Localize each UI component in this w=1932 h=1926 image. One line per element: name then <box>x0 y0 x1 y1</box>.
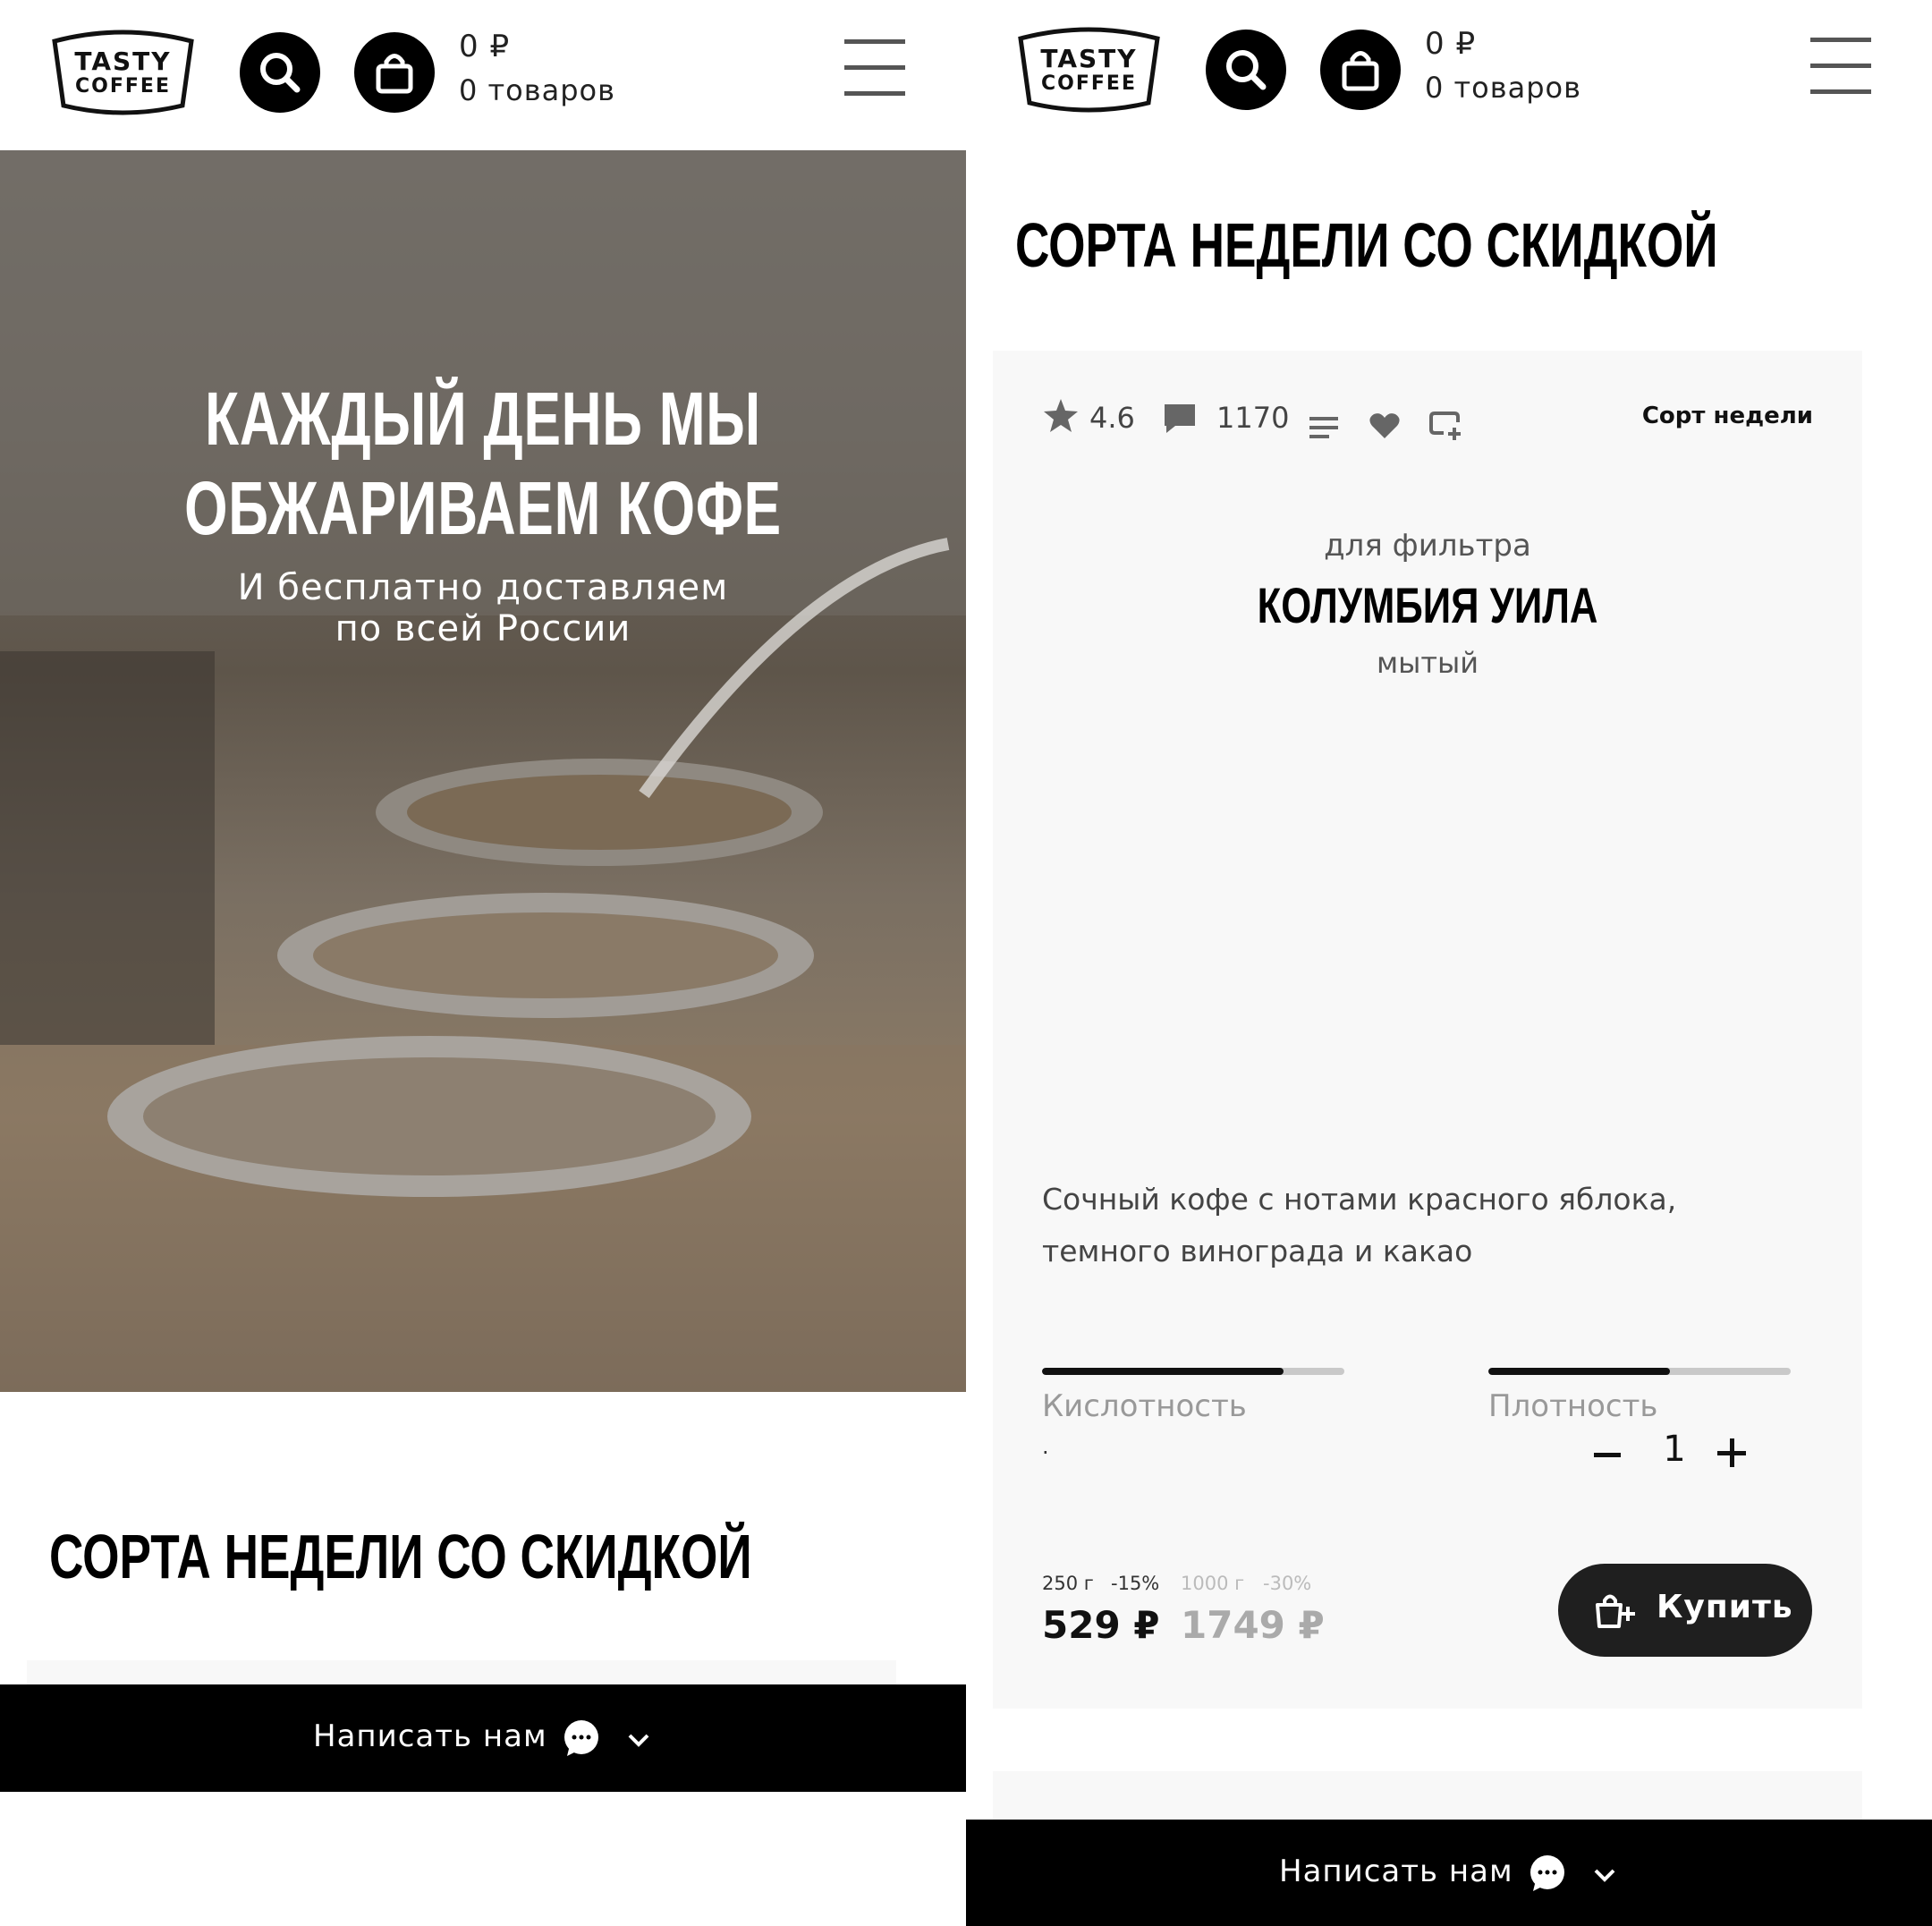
discount-1000: -30% <box>1263 1573 1312 1594</box>
cart-button[interactable] <box>354 32 435 113</box>
qty-minus-button[interactable] <box>1594 1453 1621 1457</box>
acidity-bar-fill <box>1042 1368 1284 1375</box>
cart-sum[interactable]: 0 ₽ <box>459 29 510 64</box>
cart-count[interactable]: 0 товаров <box>459 73 615 107</box>
hero-subtitle-line1: И бесплатно доставляем <box>237 567 729 608</box>
qty-value: 1 <box>1663 1429 1686 1470</box>
cart-button[interactable] <box>1320 30 1401 110</box>
cart-add-icon <box>1596 1594 1635 1628</box>
search-icon <box>260 53 301 93</box>
product-rating: 4.6 <box>1089 401 1135 435</box>
product-name[interactable]: КОЛУМБИЯ УИЛА <box>1089 576 1767 634</box>
price-250[interactable]: 529 ₽ <box>1042 1603 1160 1647</box>
density-bar-fill <box>1488 1368 1670 1375</box>
left-screen: TASTY COFFEE 0 ₽ 0 товаров КАЖДЫЙ ДЕНЬ М… <box>0 0 966 1926</box>
buy-button[interactable]: Купить <box>1558 1564 1812 1657</box>
weight-option-250[interactable]: 250 г <box>1042 1573 1094 1594</box>
week-badge: Сорт недели <box>1641 403 1813 429</box>
density-bar <box>1488 1368 1791 1375</box>
header: TASTY COFFEE 0 ₽ 0 товаров <box>0 0 966 150</box>
product-description: Сочный кофе с нотами красного яблока, те… <box>1042 1182 1677 1268</box>
logo-text-coffee: COFFEE <box>75 75 171 98</box>
chevron-down-icon[interactable] <box>1591 1866 1618 1884</box>
acidity-label: Кислотность <box>1042 1388 1247 1424</box>
chat-bubble-icon <box>1530 1855 1564 1891</box>
density-label: Плотность <box>1488 1388 1658 1424</box>
logo-text-tasty: TASTY <box>1040 44 1138 73</box>
product-type: для фильтра <box>1324 528 1531 564</box>
logo[interactable]: TASTY COFFEE <box>1015 24 1163 115</box>
list-icon[interactable] <box>1309 415 1340 440</box>
qty-plus-button[interactable] <box>1717 1438 1746 1467</box>
hero-subtitle: И бесплатно доставляем по всей России <box>0 567 966 649</box>
acidity-bar <box>1042 1368 1344 1375</box>
hero-banner: КАЖДЫЙ ДЕНЬ МЫ ОБЖАРИВАЕМ КОФЕ И бесплат… <box>0 150 966 1392</box>
search-button[interactable] <box>1206 30 1286 110</box>
section-title: СОРТА НЕДЕЛИ СО СКИДКОЙ <box>49 1522 752 1591</box>
star-icon <box>1044 399 1078 432</box>
comment-icon[interactable] <box>1163 403 1197 435</box>
section-title: СОРТА НЕДЕЛИ СО СКИДКОЙ <box>1015 210 1718 280</box>
chat-label: Написать нам <box>313 1718 547 1754</box>
price-1000[interactable]: 1749 ₽ <box>1181 1603 1325 1647</box>
hero-subtitle-line2: по всей России <box>335 608 631 649</box>
shopping-bag-icon <box>1342 51 1379 91</box>
logo-text-coffee: COFFEE <box>1041 72 1137 95</box>
logo[interactable]: TASTY COFFEE <box>49 27 197 118</box>
grind-select[interactable]: · <box>1042 1440 1049 1465</box>
chat-bar[interactable]: Написать нам <box>0 1684 966 1792</box>
weight-option-1000[interactable]: 1000 г <box>1181 1573 1244 1594</box>
product-reviews-count[interactable]: 1170 <box>1216 401 1289 435</box>
cupping-bowls-image <box>0 150 966 1392</box>
hamburger-menu-icon[interactable] <box>844 38 907 98</box>
search-icon <box>1226 50 1267 90</box>
hero-title-line1: КАЖДЫЙ ДЕНЬ МЫ <box>205 377 761 461</box>
right-screen: TASTY COFFEE 0 ₽ 0 товаров СОРТА НЕДЕЛИ … <box>966 0 1932 1926</box>
header: TASTY COFFEE 0 ₽ 0 товаров <box>966 0 1932 150</box>
chat-label: Написать нам <box>1279 1854 1513 1889</box>
chat-bubble-icon <box>564 1720 598 1756</box>
compare-add-icon[interactable] <box>1429 410 1463 442</box>
cart-count[interactable]: 0 товаров <box>1425 71 1581 105</box>
product-card[interactable]: 4.6 1170 Сорт недели для фильтра КОЛУМБИ… <box>993 351 1862 1709</box>
discount-250: -15% <box>1111 1573 1160 1594</box>
hero-title-line2: ОБЖАРИВАЕМ КОФЕ <box>184 466 782 550</box>
product-card-peek <box>993 1771 1862 1825</box>
chevron-down-icon[interactable] <box>625 1731 652 1749</box>
product-process: мытый <box>1376 646 1479 680</box>
search-button[interactable] <box>240 32 320 113</box>
buy-label: Купить <box>1657 1589 1793 1625</box>
chat-bar[interactable]: Написать нам <box>966 1820 1932 1926</box>
hamburger-menu-icon[interactable] <box>1810 36 1873 97</box>
shopping-bag-icon <box>376 54 413 94</box>
cart-sum[interactable]: 0 ₽ <box>1425 26 1476 62</box>
hero-title: КАЖДЫЙ ДЕНЬ МЫ ОБЖАРИВАЕМ КОФЕ <box>125 374 840 553</box>
heart-icon[interactable] <box>1368 412 1401 440</box>
logo-text-tasty: TASTY <box>74 47 172 76</box>
